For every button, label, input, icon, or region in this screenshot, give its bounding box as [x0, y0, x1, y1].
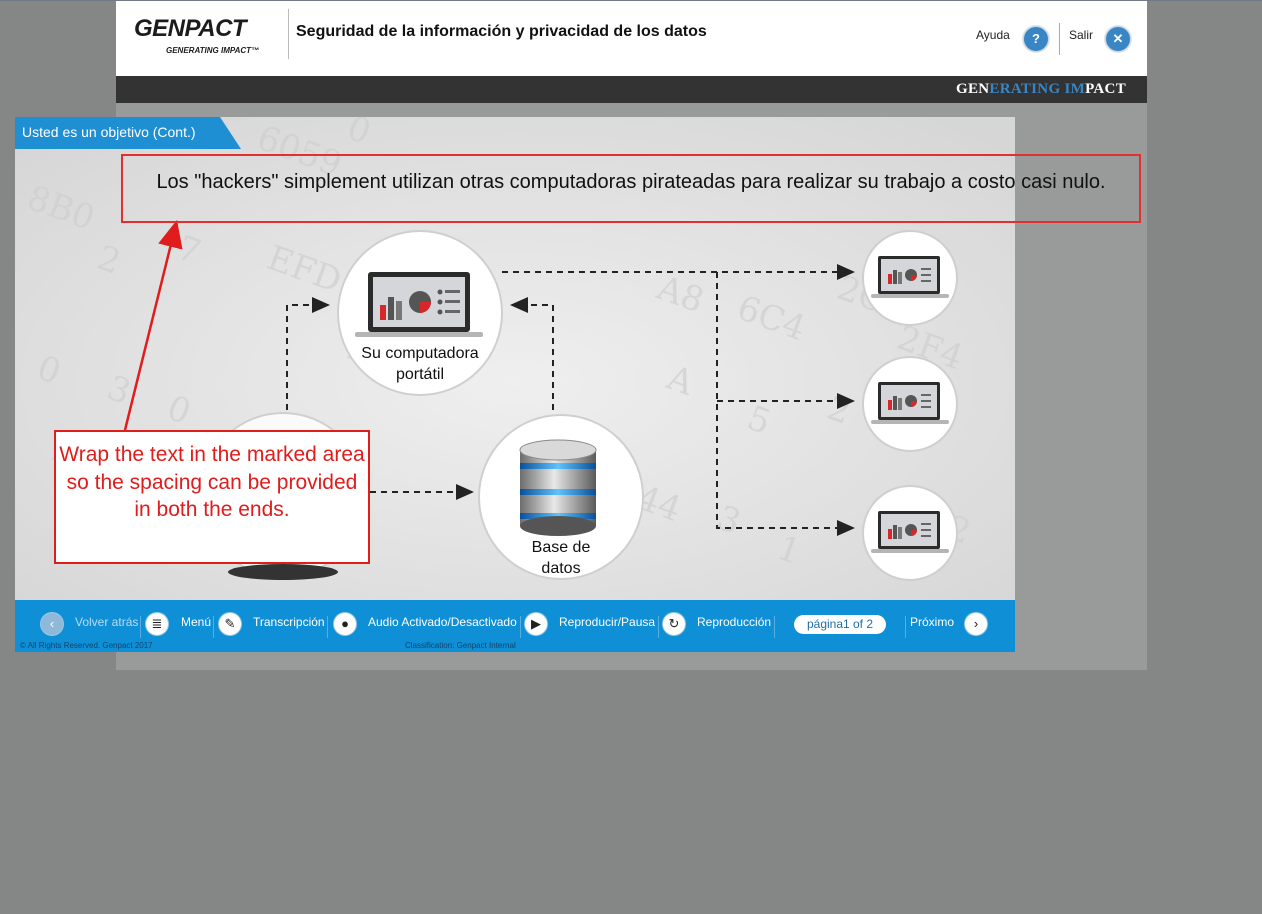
- classification-text: Classification: Genpact Internal: [405, 641, 516, 650]
- play-pause-button[interactable]: Reproducir/Pausa: [559, 615, 655, 629]
- player-controls: ‹ Volver atrás ≣ Menú ✎ Transcripción ● …: [15, 600, 1015, 652]
- control-separator: [520, 616, 521, 638]
- transcript-button[interactable]: Transcripción: [253, 615, 325, 629]
- control-separator: [658, 616, 659, 638]
- remote-computer-3: [862, 485, 958, 581]
- replay-icon[interactable]: ↻: [663, 613, 685, 635]
- control-separator: [140, 616, 141, 638]
- copyright-text: © All Rights Reserved. Genpact 2017: [20, 641, 153, 650]
- annotation-arrow: [123, 219, 183, 431]
- remote-computer-2: [862, 356, 958, 452]
- audio-toggle-button[interactable]: Audio Activado/Desactivado: [368, 615, 517, 629]
- remote-computer-1: [862, 230, 958, 326]
- control-separator: [327, 616, 328, 638]
- replay-button[interactable]: Reproducción: [697, 615, 771, 629]
- play-icon[interactable]: ▶: [525, 613, 547, 635]
- back-button[interactable]: Volver atrás: [75, 615, 138, 629]
- control-separator: [774, 616, 775, 638]
- microphone-icon[interactable]: ●: [334, 613, 356, 635]
- control-separator: [213, 616, 214, 638]
- slide-headline: Los "hackers" simplement utilizan otras …: [121, 154, 1141, 223]
- annotation-callout: Wrap the text in the marked area so the …: [54, 430, 370, 564]
- back-arrow-icon[interactable]: ‹: [41, 613, 63, 635]
- page-indicator: página1 of 2: [794, 615, 886, 634]
- menu-button[interactable]: Menú: [181, 615, 211, 629]
- transcript-icon[interactable]: ✎: [219, 613, 241, 635]
- laptop-label: Su computadora portátil: [361, 345, 479, 383]
- next-arrow-icon[interactable]: ›: [965, 613, 987, 635]
- next-button[interactable]: Próximo: [910, 615, 954, 629]
- database-label: Base de datos: [531, 539, 591, 577]
- control-separator: [905, 616, 906, 638]
- menu-icon[interactable]: ≣: [146, 613, 168, 635]
